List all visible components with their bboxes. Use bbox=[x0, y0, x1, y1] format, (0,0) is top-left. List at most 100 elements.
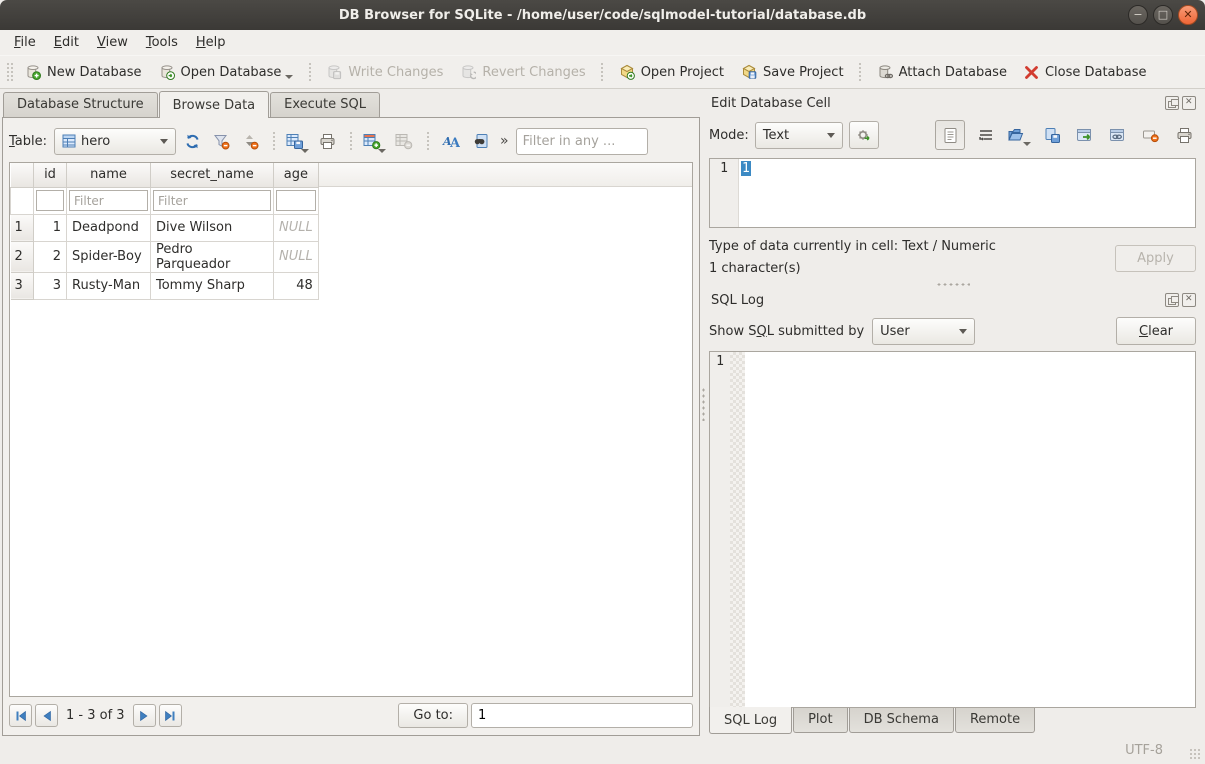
cell-secret-name[interactable]: Pedro Parqueador bbox=[151, 241, 274, 272]
left-pane: Database Structure Browse Data Execute S… bbox=[0, 89, 700, 736]
cell-secret-name[interactable]: Tommy Sharp bbox=[151, 272, 274, 299]
menu-file[interactable]: File bbox=[5, 32, 45, 53]
float-dock-icon[interactable] bbox=[1165, 293, 1179, 307]
refresh-button[interactable] bbox=[179, 128, 205, 154]
column-header-id[interactable]: id bbox=[34, 163, 67, 187]
cell-age[interactable]: NULL bbox=[274, 214, 319, 241]
menu-tools[interactable]: Tools bbox=[137, 32, 187, 53]
next-record-button[interactable] bbox=[133, 704, 156, 727]
revert-changes-button: Revert Changes bbox=[452, 59, 593, 85]
table-row: 3 3 Rusty-Man Tommy Sharp 48 bbox=[11, 272, 319, 299]
cell-name[interactable]: Deadpond bbox=[67, 214, 151, 241]
resize-grip-icon[interactable] bbox=[1189, 748, 1201, 760]
close-button[interactable]: ✕ bbox=[1178, 5, 1198, 25]
tab-browse-data[interactable]: Browse Data bbox=[159, 91, 270, 118]
filter-input-name[interactable] bbox=[69, 190, 148, 211]
insert-record-dropdown-icon[interactable] bbox=[378, 149, 386, 153]
tab-execute-sql[interactable]: Execute SQL bbox=[270, 92, 380, 117]
print-cell-button[interactable] bbox=[1172, 123, 1196, 147]
toolbar-overflow-icon[interactable] bbox=[496, 133, 513, 149]
filter-input-secret-name[interactable] bbox=[153, 190, 271, 211]
filter-input-age[interactable] bbox=[276, 190, 316, 211]
cell-age[interactable]: 48 bbox=[274, 272, 319, 299]
tab-sql-log[interactable]: SQL Log bbox=[709, 707, 792, 734]
row-header[interactable]: 3 bbox=[11, 272, 34, 299]
cell-id[interactable]: 2 bbox=[34, 241, 67, 272]
column-header-age[interactable]: age bbox=[274, 163, 319, 187]
float-dock-icon[interactable] bbox=[1165, 96, 1179, 110]
sql-log-editor[interactable]: 1 bbox=[709, 351, 1196, 708]
document-icon bbox=[943, 127, 958, 144]
grid-header-row: id name secret_name age bbox=[11, 163, 319, 187]
cell-editor-content[interactable]: 1 bbox=[741, 161, 751, 176]
save-project-button[interactable]: Save Project bbox=[733, 59, 852, 85]
filter-any-input[interactable] bbox=[516, 128, 648, 155]
cell-editor[interactable]: 1 1 bbox=[709, 158, 1196, 228]
find-in-table-button[interactable] bbox=[467, 128, 493, 154]
row-header[interactable]: 2 bbox=[11, 241, 34, 272]
clear-filters-button[interactable] bbox=[208, 128, 234, 154]
menu-help[interactable]: Help bbox=[187, 32, 235, 53]
cell-age[interactable]: NULL bbox=[274, 241, 319, 272]
clear-log-button[interactable]: Clear bbox=[1116, 317, 1196, 345]
new-database-button[interactable]: New Database bbox=[17, 59, 150, 85]
import-data-button[interactable] bbox=[1007, 123, 1031, 147]
export-table-dropdown-icon[interactable] bbox=[301, 149, 309, 153]
grid-corner-header[interactable] bbox=[11, 163, 34, 187]
set-null-button[interactable] bbox=[1139, 123, 1163, 147]
column-header-secret-name[interactable]: secret_name bbox=[151, 163, 274, 187]
edit-display-format-button[interactable]: AA bbox=[438, 128, 464, 154]
print-table-button[interactable] bbox=[314, 128, 340, 154]
mode-combo[interactable]: Text bbox=[755, 122, 843, 149]
toolbar-drag-handle[interactable] bbox=[6, 62, 13, 82]
table-select-combo[interactable]: hero bbox=[54, 128, 176, 155]
clear-filter-icon bbox=[213, 133, 230, 150]
open-in-external-button[interactable] bbox=[1073, 123, 1097, 147]
cell-secret-name[interactable]: Dive Wilson bbox=[151, 214, 274, 241]
tab-db-schema[interactable]: DB Schema bbox=[849, 708, 954, 733]
first-record-button[interactable] bbox=[9, 704, 32, 727]
previous-record-button[interactable] bbox=[35, 704, 58, 727]
copy-link-button[interactable] bbox=[1106, 123, 1130, 147]
goto-input[interactable] bbox=[471, 703, 693, 728]
clear-sorting-button[interactable] bbox=[237, 128, 263, 154]
close-dock-icon[interactable] bbox=[1182, 293, 1196, 307]
open-project-button[interactable]: Open Project bbox=[611, 59, 732, 85]
open-database-dropdown-icon[interactable] bbox=[285, 75, 293, 79]
insert-record-button[interactable] bbox=[361, 128, 388, 154]
column-header-name[interactable]: name bbox=[67, 163, 151, 187]
menu-view[interactable]: View bbox=[88, 32, 137, 53]
word-wrap-button[interactable] bbox=[974, 123, 998, 147]
cell-name[interactable]: Rusty-Man bbox=[67, 272, 151, 299]
sql-source-combo[interactable]: User bbox=[872, 318, 975, 345]
cell-editor-line-number: 1 bbox=[710, 159, 739, 227]
row-header[interactable]: 1 bbox=[11, 214, 34, 241]
close-database-button[interactable]: Close Database bbox=[1016, 60, 1155, 85]
attach-database-button[interactable]: Attach Database bbox=[869, 59, 1015, 85]
close-dock-icon[interactable] bbox=[1182, 96, 1196, 110]
last-record-button[interactable] bbox=[159, 704, 182, 727]
cell-id[interactable]: 1 bbox=[34, 214, 67, 241]
text-mode-button[interactable] bbox=[935, 120, 965, 150]
pane-splitter[interactable] bbox=[700, 89, 707, 736]
cell-id[interactable]: 3 bbox=[34, 272, 67, 299]
goto-button[interactable]: Go to: bbox=[398, 703, 468, 728]
word-wrap-icon bbox=[978, 128, 994, 142]
cell-name[interactable]: Spider-Boy bbox=[67, 241, 151, 272]
tab-database-structure[interactable]: Database Structure bbox=[3, 92, 158, 117]
maximize-button[interactable]: □ bbox=[1153, 5, 1173, 25]
import-dropdown-icon[interactable] bbox=[1023, 142, 1031, 146]
menu-edit[interactable]: Edit bbox=[45, 32, 88, 53]
minimize-button[interactable]: − bbox=[1128, 5, 1148, 25]
open-database-icon bbox=[159, 64, 175, 80]
export-data-button[interactable] bbox=[1040, 123, 1064, 147]
auto-format-button[interactable] bbox=[849, 121, 879, 149]
filter-input-id[interactable] bbox=[36, 190, 64, 211]
open-database-button[interactable]: Open Database bbox=[151, 59, 302, 85]
statusbar: UTF-8 bbox=[0, 736, 1205, 764]
tab-remote[interactable]: Remote bbox=[955, 708, 1035, 733]
tab-plot[interactable]: Plot bbox=[793, 708, 848, 733]
record-range-label: 1 - 3 of 3 bbox=[66, 708, 125, 723]
dock-splitter[interactable] bbox=[709, 280, 1196, 290]
export-table-button[interactable] bbox=[284, 128, 311, 154]
